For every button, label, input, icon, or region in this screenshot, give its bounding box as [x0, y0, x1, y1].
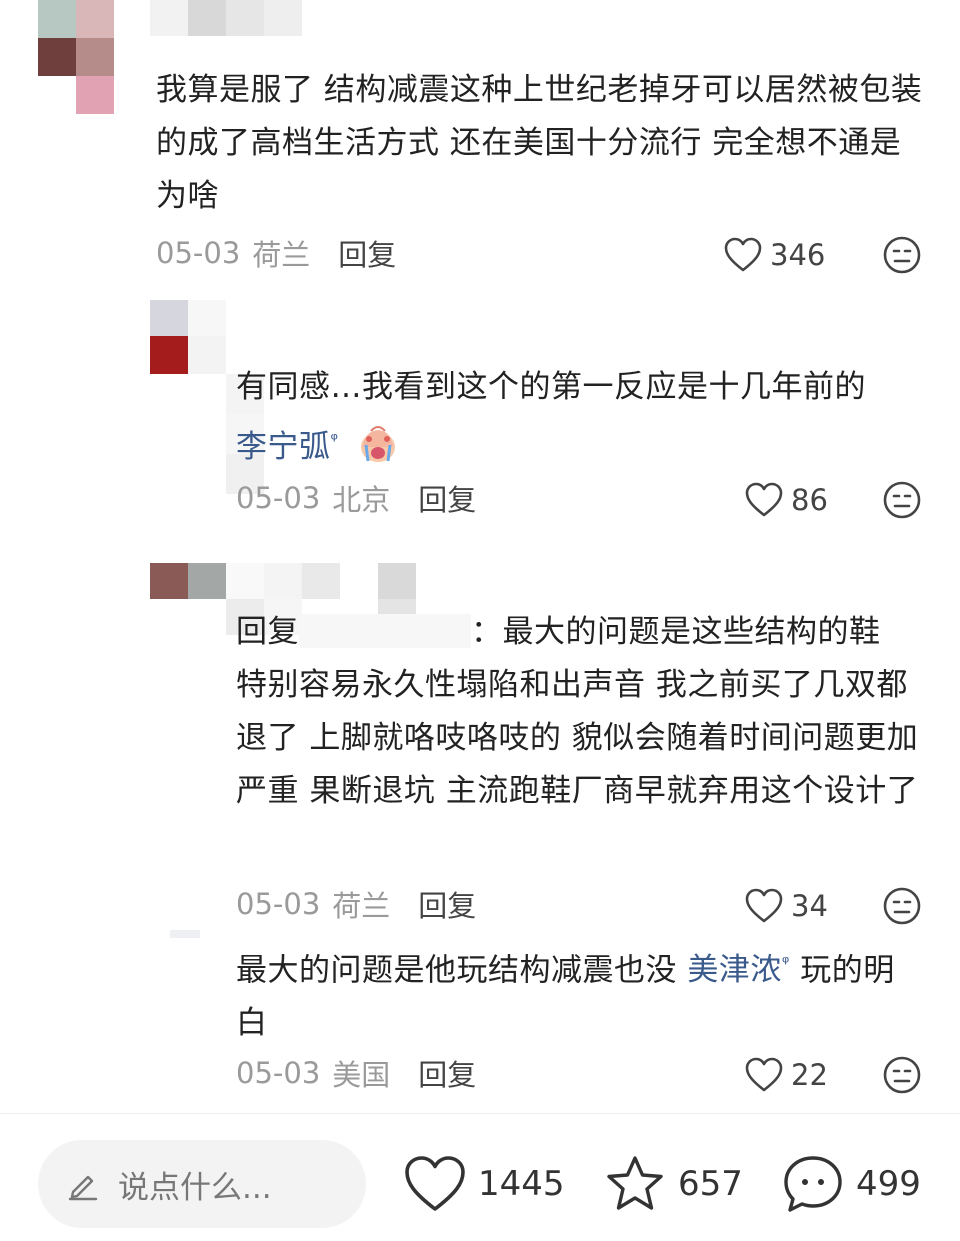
like-button[interactable]: 346 [724, 235, 825, 275]
pencil-icon [68, 1175, 98, 1201]
avatar-mosaic[interactable] [38, 0, 114, 114]
heart-icon [724, 237, 762, 272]
dislike-face-icon [883, 481, 921, 519]
mention-link[interactable]: 李宁弧ᵠ [236, 429, 338, 465]
dislike-face-icon [883, 1056, 921, 1094]
reply-button[interactable]: 回复 [418, 477, 476, 519]
dislike-button[interactable] [882, 886, 922, 926]
mention-link[interactable]: 美津浓ᵠ [687, 952, 789, 988]
comment-date: 05-03 [236, 887, 321, 921]
dislike-button[interactable] [882, 1055, 922, 1095]
comment-input[interactable]: 说点什么... [38, 1140, 366, 1228]
username-mosaic[interactable] [150, 0, 302, 36]
reply-prefix: 回复 [236, 614, 299, 650]
reply-target-mosaic[interactable] [299, 614, 471, 648]
comment-body: 特别容易永久性塌陷和出声音 我之前买了几双都退了 上脚就咯吱咯吱的 貌似会随着时… [236, 667, 919, 809]
avatar-mosaic[interactable] [150, 563, 226, 599]
search-mark-icon: ᵠ [781, 953, 790, 974]
dislike-face-icon [883, 887, 921, 925]
star-icon [607, 1156, 663, 1210]
comment-location: 北京 [332, 483, 391, 517]
avatar-mosaic[interactable] [170, 930, 200, 938]
reply-button[interactable]: 回复 [418, 883, 476, 925]
post-like-count: 1445 [478, 1164, 565, 1204]
like-post-button[interactable]: 1445 [404, 1144, 565, 1224]
heart-icon [745, 482, 783, 517]
avatar-mosaic[interactable] [150, 300, 226, 374]
reply-first-line: ：最大的问题是这些结构的鞋 [471, 614, 881, 650]
comment-location: 荷兰 [332, 889, 391, 923]
bottom-action-bar: 说点什么... 1445 657 499 [0, 1114, 960, 1241]
heart-icon [745, 888, 783, 923]
comment-date: 05-03 [156, 236, 241, 270]
like-count: 34 [791, 889, 828, 923]
heart-icon [745, 1057, 783, 1092]
like-button[interactable]: 86 [745, 480, 828, 520]
favorite-button[interactable]: 657 [604, 1144, 743, 1224]
comments-button[interactable]: 499 [782, 1144, 921, 1224]
comment-meta: 05-03 荷兰 回复 [236, 884, 476, 924]
comment-date: 05-03 [236, 1056, 321, 1090]
like-button[interactable]: 22 [745, 1055, 828, 1095]
search-mark-icon: ᵠ [330, 430, 339, 451]
like-count: 86 [791, 483, 828, 517]
heart-icon [405, 1156, 465, 1211]
reply-button[interactable]: 回复 [418, 1052, 476, 1094]
reply-button[interactable]: 回复 [338, 232, 396, 274]
like-count: 346 [770, 238, 826, 272]
like-button[interactable]: 34 [745, 886, 828, 926]
crying-face-emoji-icon [360, 426, 395, 463]
comment-text: 有同感…我看到这个的第一反应是十几年前的 李宁弧ᵠ [236, 361, 926, 474]
comment-text: 我算是服了 结构减震这种上世纪老掉牙可以居然被包装的成了高档生活方式 还在美国十… [156, 72, 923, 214]
dislike-button[interactable] [882, 480, 922, 520]
chat-bubble-icon [784, 1156, 842, 1212]
favorite-count: 657 [678, 1164, 743, 1204]
comment-input-placeholder: 说点什么... [118, 1169, 272, 1206]
comment-meta: 05-03 美国 回复 [236, 1053, 476, 1093]
comment-meta: 05-03 北京 回复 [236, 478, 476, 518]
comment-body: 有同感…我看到这个的第一反应是十几年前的 [236, 369, 866, 405]
like-count: 22 [791, 1058, 828, 1092]
comment-location: 美国 [332, 1058, 391, 1092]
comment-count: 499 [856, 1164, 921, 1204]
comment-text: 最大的问题是他玩结构减震也没 美津浓ᵠ 玩的明白 [236, 937, 926, 1050]
dislike-button[interactable] [882, 235, 922, 275]
dislike-face-icon [883, 236, 921, 274]
comment-date: 05-03 [236, 481, 321, 515]
comment-body-start: 最大的问题是他玩结构减震也没 [236, 952, 677, 989]
comment-location: 荷兰 [252, 238, 311, 272]
reply-text: 回复 ：最大的问题是这些结构的鞋 特别容易永久性塌陷和出声音 我之前买了几双都退了… [236, 606, 926, 818]
comment-meta: 05-03 荷兰 回复 [156, 233, 396, 273]
